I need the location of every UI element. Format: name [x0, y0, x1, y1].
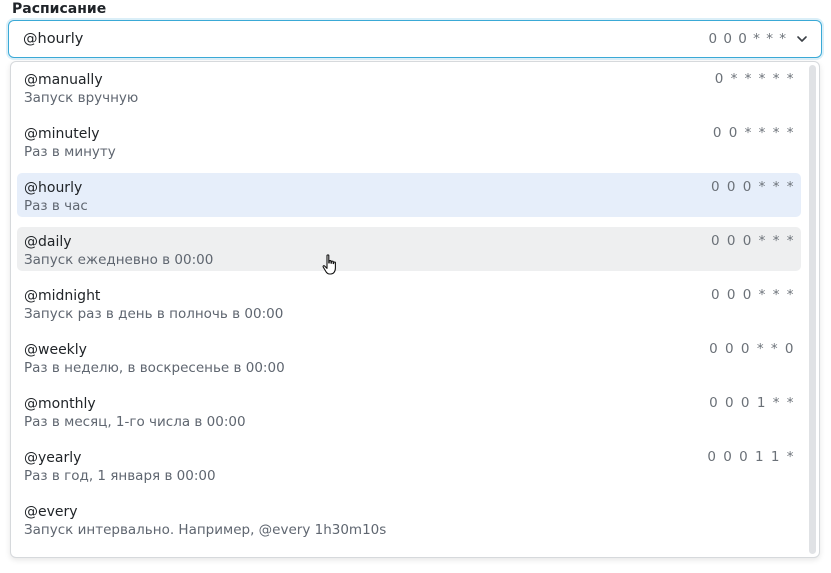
option-midnight[interactable]: @midnight Запуск раз в день в полночь в …	[17, 281, 801, 325]
option-name: @hourly	[24, 180, 83, 196]
option-hourly[interactable]: @hourly Раз в час 0 0 0 * * *	[17, 173, 801, 217]
schedule-select[interactable]: @hourly 0 0 0 * * *	[8, 20, 822, 58]
option-name: @yearly	[24, 450, 82, 466]
option-monthly[interactable]: @monthly Раз в месяц, 1-го числа в 00:00…	[17, 389, 801, 433]
option-cron: 0 0 * * * *	[712, 125, 795, 141]
chevron-down-icon[interactable]	[795, 32, 809, 46]
option-description: Запуск вручную	[24, 90, 139, 106]
option-cron: 0 0 0 * * *	[711, 233, 795, 249]
option-minutely[interactable]: @minutely Раз в минуту 0 0 * * * *	[17, 119, 801, 163]
option-daily[interactable]: @daily Запуск ежедневно в 00:00 0 0 0 * …	[17, 227, 801, 271]
option-description: Раз в минуту	[24, 144, 116, 160]
schedule-dropdown: @manually Запуск вручную 0 * * * * * @mi…	[10, 61, 820, 558]
option-description: Раз в неделю, в воскресенье в 00:00	[24, 360, 285, 376]
option-cron: 0 0 0 1 * *	[709, 395, 795, 411]
hand-cursor-icon	[322, 254, 336, 275]
option-description: Раз в месяц, 1-го числа в 00:00	[24, 414, 246, 430]
dropdown-scrollbar[interactable]	[809, 65, 816, 554]
option-every[interactable]: @every Запуск интервально. Например, @ev…	[17, 497, 801, 541]
option-cron: 0 0 0 * * *	[711, 287, 795, 303]
option-cron: 0 0 0 * * 0	[709, 341, 795, 357]
option-description: Раз в год, 1 января в 00:00	[24, 468, 216, 484]
option-description: Запуск интервально. Например, @every 1h3…	[24, 522, 387, 538]
option-name: @manually	[24, 72, 103, 88]
option-yearly[interactable]: @yearly Раз в год, 1 января в 00:00 0 0 …	[17, 443, 801, 487]
option-cron: 0 0 0 * * *	[711, 179, 795, 195]
option-name: @midnight	[24, 288, 101, 304]
option-name: @monthly	[24, 396, 96, 412]
option-name: @minutely	[24, 126, 100, 142]
schedule-label: Расписание	[12, 1, 107, 17]
option-cron: 0 0 0 1 1 *	[707, 449, 795, 465]
select-value: @hourly	[23, 31, 84, 47]
option-manually[interactable]: @manually Запуск вручную 0 * * * * *	[17, 65, 801, 109]
option-weekly[interactable]: @weekly Раз в неделю, в воскресенье в 00…	[17, 335, 801, 379]
option-description: Раз в час	[24, 198, 88, 214]
select-cron: 0 0 0 * * *	[708, 31, 787, 47]
option-description: Запуск ежедневно в 00:00	[24, 252, 214, 268]
options-list: @manually Запуск вручную 0 * * * * * @mi…	[17, 65, 801, 551]
option-description: Запуск раз в день в полночь в 00:00	[24, 306, 284, 322]
option-name: @weekly	[24, 342, 87, 358]
option-name: @daily	[24, 234, 72, 250]
option-cron: 0 * * * * *	[714, 71, 795, 87]
option-name: @every	[24, 504, 78, 520]
